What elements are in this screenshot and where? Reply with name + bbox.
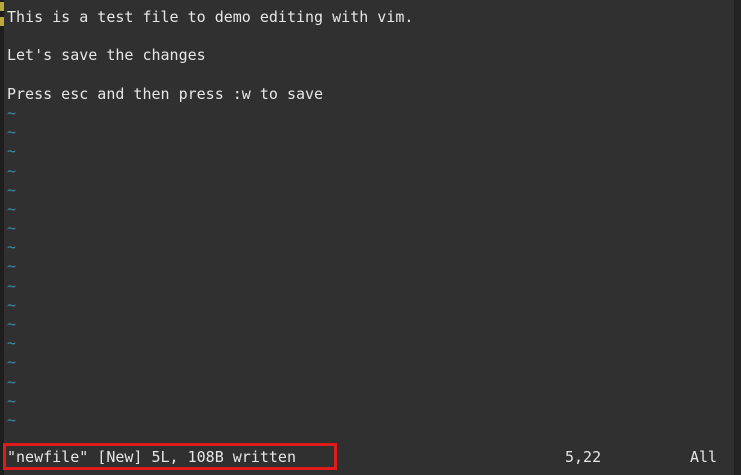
cursor-position: 5,22 <box>565 448 602 466</box>
edge-marker <box>0 2 4 11</box>
tilde-marker: ~ <box>7 315 17 333</box>
tilde-marker: ~ <box>7 123 17 142</box>
tilde-marker: ~ <box>7 276 17 295</box>
tilde-marker: ~ <box>7 410 17 429</box>
tilde-marker: ~ <box>7 161 17 180</box>
vim-buffer[interactable]: This is a test file to demo editing with… <box>7 8 731 430</box>
tilde-marker: ~ <box>7 142 17 161</box>
tilde-marker: ~ <box>7 257 17 276</box>
buffer-line-1[interactable]: This is a test file to demo editing with… <box>7 8 731 27</box>
annotation-highlight-box <box>3 443 337 470</box>
tilde-marker: ~ <box>7 372 17 391</box>
scroll-indicator: All <box>690 448 718 466</box>
tilde-marker: ~ <box>7 353 17 372</box>
tilde-marker: ~ <box>7 295 17 314</box>
empty-line-markers: ~ ~ ~ ~ ~ ~ ~ ~ ~ ~ ~ ~ ~ ~ ~ ~ ~ <box>7 104 731 430</box>
tilde-marker: ~ <box>7 180 17 199</box>
buffer-line-3[interactable]: Let's save the changes <box>7 46 731 65</box>
tilde-marker: ~ <box>7 103 17 122</box>
edge-marker <box>0 17 4 26</box>
buffer-line-2[interactable] <box>7 27 731 46</box>
buffer-line-5[interactable]: Press esc and then press :w to save <box>7 85 731 104</box>
left-window-edge <box>0 0 4 475</box>
tilde-marker: ~ <box>7 199 17 218</box>
tilde-marker: ~ <box>7 219 17 238</box>
buffer-line-4[interactable] <box>7 66 731 85</box>
tilde-marker: ~ <box>7 238 17 257</box>
right-window-edge <box>734 0 741 475</box>
tilde-marker: ~ <box>7 334 17 353</box>
tilde-marker: ~ <box>7 391 17 410</box>
vim-terminal[interactable]: This is a test file to demo editing with… <box>0 0 741 475</box>
